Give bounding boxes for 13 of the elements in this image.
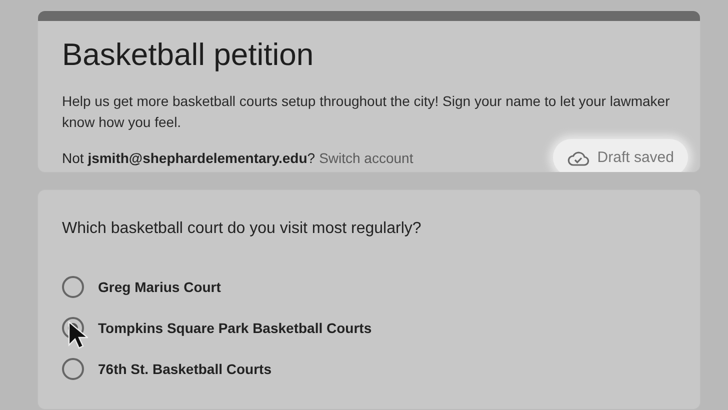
radio-button[interactable] xyxy=(62,276,84,298)
account-text: Not jsmith@shephardelementary.edu? xyxy=(62,150,316,166)
cloud-check-icon xyxy=(567,150,590,166)
option-label[interactable]: Tompkins Square Park Basketball Courts xyxy=(98,320,372,336)
option-label[interactable]: 76th St. Basketball Courts xyxy=(98,360,272,376)
option-label[interactable]: Greg Marius Court xyxy=(98,278,221,294)
form-description: Help us get more basketball courts setup throughout the city! Sign your name to let your lawmaker know how you feel. xyxy=(62,92,671,132)
form-title: Basketball petition xyxy=(62,36,315,74)
draft-saved-text: Draft saved xyxy=(597,149,674,166)
switch-account-link[interactable]: Switch account xyxy=(319,150,414,166)
question-text: Which basketball court do you visit most regularly? xyxy=(62,220,422,238)
radio-button[interactable] xyxy=(62,358,84,380)
mouse-pointer-icon xyxy=(68,321,88,349)
